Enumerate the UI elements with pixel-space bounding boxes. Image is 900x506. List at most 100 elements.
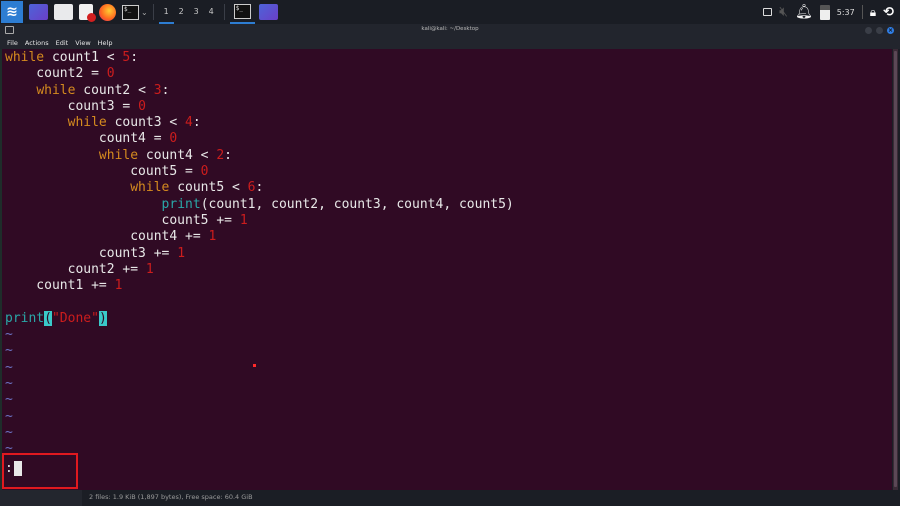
empty-line-marker: ~ <box>5 425 514 441</box>
logout-icon[interactable]: ⟲ <box>883 5 894 20</box>
matched-paren: ( <box>44 310 52 326</box>
code-text: : <box>224 147 232 163</box>
number-literal: 1 <box>114 278 123 294</box>
empty-line-marker: ~ <box>5 376 514 392</box>
number-literal: 0 <box>106 66 115 82</box>
panel-separator <box>223 4 225 20</box>
code-line: while count1 < 5: <box>5 50 514 66</box>
code-text: count4 += <box>5 229 209 245</box>
close-icon: × <box>887 27 894 34</box>
menu-help[interactable]: Help <box>98 37 113 49</box>
code-line: count5 += 1 <box>5 213 514 229</box>
desktop-icon <box>258 4 278 20</box>
menu-bar: File Actions Edit View Help <box>0 37 900 49</box>
clock[interactable]: 5:37 <box>837 8 855 17</box>
tilde-marker: ~ <box>5 392 13 408</box>
system-tray: 🔇︎ 🔔︎ 5:37 🔒︎ ⟲ <box>763 0 900 24</box>
tilde-marker: ~ <box>5 424 13 440</box>
keyword: while <box>98 147 139 163</box>
number-literal: 3 <box>153 82 162 98</box>
code-line: count4 = 0 <box>5 131 514 147</box>
string-literal: "Done" <box>51 310 99 326</box>
vim-buffer[interactable]: while count1 < 5: count2 = 0 while count… <box>5 50 514 457</box>
maximize-button[interactable] <box>876 27 883 34</box>
code-text: count3 += <box>5 245 178 261</box>
empty-line-marker: ~ <box>5 392 514 408</box>
code-line: count4 += 1 <box>5 229 514 245</box>
minimize-button[interactable] <box>865 27 872 34</box>
workspace-4[interactable]: 4 <box>204 0 219 24</box>
keyword: while <box>67 115 107 131</box>
code-line: count3 = 0 <box>5 99 514 115</box>
number-literal: 1 <box>208 229 217 245</box>
code-text: count4 < <box>138 147 217 163</box>
kali-menu-button[interactable]: ≋ <box>1 1 23 23</box>
number-literal: 4 <box>185 115 193 131</box>
keyword: while <box>130 180 170 196</box>
mouse-pointer-marker <box>253 364 256 367</box>
code-text: : <box>192 115 201 131</box>
code-text: : <box>161 82 170 98</box>
tray-separator <box>861 5 863 19</box>
number-literal: 0 <box>138 98 146 114</box>
code-text: count5 += <box>5 212 240 228</box>
file-manager-launcher[interactable] <box>54 4 73 20</box>
workspace-3[interactable]: 3 <box>189 0 204 24</box>
close-button[interactable]: × <box>887 27 894 34</box>
code-line: count2 += 1 <box>5 262 514 278</box>
code-text: : <box>255 180 264 196</box>
menu-actions[interactable]: Actions <box>25 37 49 49</box>
volume-muted-icon[interactable]: 🔇︎ <box>779 4 788 20</box>
number-literal: 1 <box>239 212 248 228</box>
code-text: count2 += <box>5 261 146 277</box>
desktop-task-button[interactable] <box>255 0 282 24</box>
status-bar-left-pane <box>0 490 82 506</box>
display-icon[interactable] <box>763 8 773 16</box>
workspace-1[interactable]: 1 <box>158 0 174 24</box>
builtin-function: print <box>5 310 45 326</box>
number-literal: 2 <box>216 147 225 163</box>
menu-file[interactable]: File <box>7 37 18 49</box>
lock-icon[interactable]: 🔒︎ <box>870 5 876 20</box>
notification-bell-icon[interactable]: 🔔︎ <box>795 4 813 20</box>
code-line: print("Done") <box>5 310 514 327</box>
code-line: while count5 < 6: <box>5 180 514 196</box>
menu-view[interactable]: View <box>75 37 90 49</box>
terminal-task-button[interactable]: $_ <box>229 0 255 24</box>
number-literal: 1 <box>145 261 154 277</box>
show-desktop-button[interactable] <box>29 4 48 20</box>
code-line: while count4 < 2: <box>5 148 514 164</box>
window-titlebar[interactable]: kali@kali: ~/Desktop × <box>0 24 900 37</box>
code-text: count3 < <box>106 115 186 131</box>
window-border <box>0 49 2 490</box>
empty-line-marker: ~ <box>5 441 514 457</box>
workspace-2[interactable]: 2 <box>174 0 189 24</box>
firefox-launcher[interactable] <box>99 3 116 21</box>
chevron-down-icon[interactable]: ⌄ <box>141 8 148 17</box>
builtin-function: print <box>161 196 201 212</box>
menu-edit[interactable]: Edit <box>56 37 69 49</box>
code-text: count2 < <box>75 82 154 98</box>
number-literal: 0 <box>169 131 178 147</box>
code-line: print(count1, count2, count3, count4, co… <box>5 197 514 213</box>
top-panel: ≋ $_ ⌄ 1 2 3 4 $_ 🔇︎ 🔔︎ 5:37 🔒︎ ⟲ <box>0 0 900 24</box>
empty-line-marker: ~ <box>5 409 514 425</box>
scrollbar-thumb[interactable] <box>894 51 897 487</box>
number-literal: 1 <box>177 245 186 261</box>
terminal-scrollbar[interactable] <box>893 49 898 490</box>
tilde-marker: ~ <box>5 327 13 343</box>
tilde-marker: ~ <box>5 375 13 391</box>
code-line: count1 += 1 <box>5 278 514 294</box>
tilde-marker: ~ <box>5 408 13 424</box>
battery-icon[interactable] <box>819 4 830 20</box>
empty-line-marker: ~ <box>5 343 514 359</box>
code-text: (count1, count2, count3, count4, count5) <box>200 196 514 212</box>
tilde-marker: ~ <box>5 359 13 375</box>
number-literal: 0 <box>200 164 209 180</box>
terminal-launcher[interactable]: $_ <box>122 4 139 20</box>
text-editor-launcher[interactable] <box>79 4 96 22</box>
keyword: while <box>5 50 45 65</box>
